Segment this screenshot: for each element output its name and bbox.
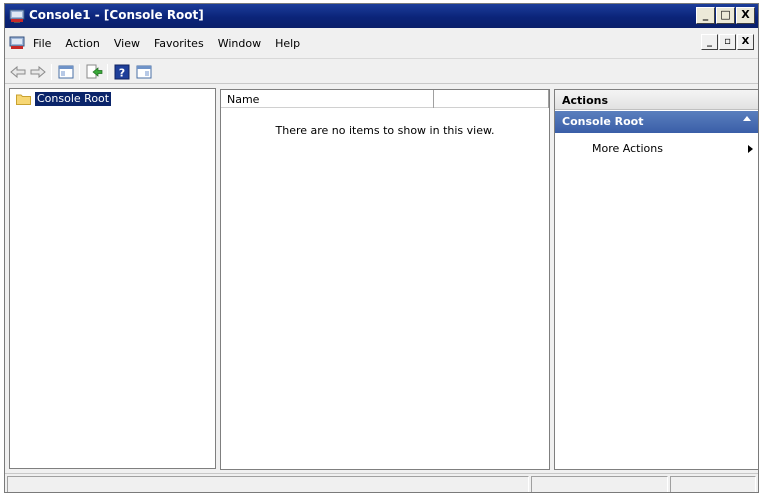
collapse-caret-icon[interactable] [743, 116, 751, 121]
caption-buttons: _ □ X [695, 7, 755, 24]
column-header-name[interactable]: Name [227, 93, 259, 106]
help-icon[interactable]: ? [113, 63, 131, 81]
tree-item-label: Console Root [35, 92, 112, 106]
tree-item-console-root[interactable]: Console Root [16, 92, 112, 106]
child-minimize-button[interactable]: _ [701, 34, 718, 50]
toolbar-separator [51, 64, 52, 80]
mmc-app-icon [9, 9, 25, 23]
toolbar: ? [5, 58, 758, 84]
child-close-button[interactable]: X [737, 34, 754, 50]
menu-file[interactable]: File [33, 37, 51, 50]
action-label: More Actions [592, 142, 663, 155]
status-bar [5, 473, 758, 492]
results-pane[interactable]: Name There are no items to show in this … [220, 89, 550, 470]
menu-help[interactable]: Help [275, 37, 300, 50]
menu-items: File Action View Favorites Window Help [33, 37, 314, 50]
menu-action[interactable]: Action [65, 37, 99, 50]
toolbar-separator [79, 64, 80, 80]
toolbar-separator [107, 64, 108, 80]
menu-favorites[interactable]: Favorites [154, 37, 204, 50]
show-hide-action-pane-icon[interactable] [135, 63, 153, 81]
child-window-buttons: _ ▫ X [700, 34, 754, 50]
show-hide-console-tree-icon[interactable] [57, 63, 75, 81]
mmc-window: Console1 - [Console Root] _ □ X File Act… [4, 3, 759, 493]
status-cell-3 [670, 476, 756, 492]
svg-text:?: ? [119, 67, 125, 80]
back-icon[interactable] [9, 63, 27, 81]
actions-group-console-root[interactable]: Console Root [555, 111, 758, 133]
child-restore-button[interactable]: ▫ [719, 34, 736, 50]
console-document-icon[interactable] [9, 35, 25, 51]
status-cell-main [7, 476, 529, 492]
close-button[interactable]: X [736, 7, 755, 24]
action-more-actions[interactable]: More Actions [555, 142, 758, 158]
menu-window[interactable]: Window [218, 37, 261, 50]
title-bar[interactable]: Console1 - [Console Root] _ □ X [5, 4, 758, 28]
forward-icon[interactable] [29, 63, 47, 81]
console-tree-pane[interactable]: Console Root [9, 88, 216, 469]
list-header: Name [221, 90, 549, 108]
minimize-button[interactable]: _ [696, 7, 715, 24]
actions-pane-header: Actions [555, 90, 758, 110]
maximize-button[interactable]: □ [716, 7, 735, 24]
actions-group-title: Console Root [562, 115, 644, 128]
export-list-icon[interactable] [85, 63, 103, 81]
status-cell-2 [531, 476, 668, 492]
empty-list-message: There are no items to show in this view. [275, 124, 495, 137]
folder-icon [16, 94, 31, 105]
menu-view[interactable]: View [114, 37, 140, 50]
menu-bar: File Action View Favorites Window Help _… [5, 32, 758, 56]
actions-pane: Actions Console Root More Actions [554, 89, 758, 470]
submenu-arrow-icon [748, 145, 753, 153]
window-title: Console1 - [Console Root] [29, 8, 204, 22]
column-divider[interactable] [548, 90, 549, 108]
column-divider[interactable] [433, 90, 434, 108]
